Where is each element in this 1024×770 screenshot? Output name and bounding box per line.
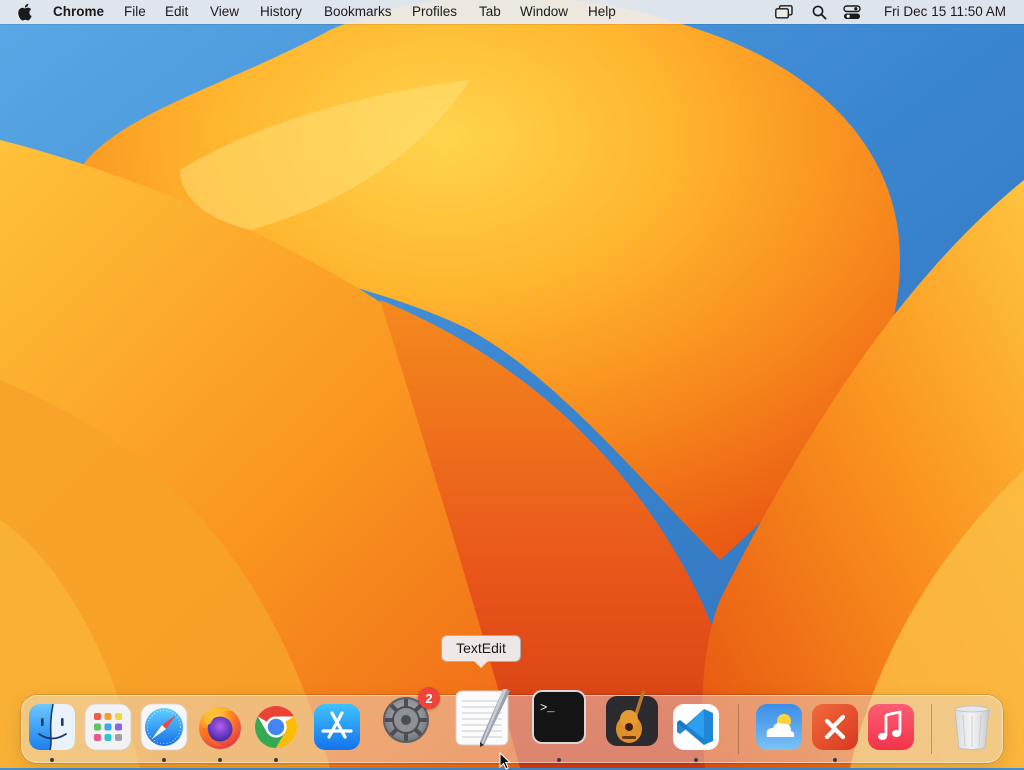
launchpad-icon[interactable] [82, 701, 134, 753]
menu-file[interactable]: File [124, 4, 146, 20]
weather-icon[interactable] [753, 701, 805, 753]
menu-help[interactable]: Help [588, 4, 616, 20]
menu-bar-clock[interactable]: Fri Dec 15 11:50 AM [884, 4, 1006, 20]
apple-menu-icon[interactable] [18, 3, 34, 21]
dock-separator [738, 704, 739, 754]
dock-separator [931, 704, 932, 754]
svg-text:>_: >_ [540, 701, 555, 715]
control-center-icon[interactable] [841, 3, 863, 21]
terminal-icon[interactable]: >_ [531, 689, 587, 745]
music-icon[interactable] [865, 701, 917, 753]
running-indicator-chrome [274, 758, 278, 762]
notification-badge: 2 [418, 687, 440, 709]
firefox-icon[interactable] [194, 701, 246, 753]
menu-bookmarks[interactable]: Bookmarks [324, 4, 392, 20]
trash-icon[interactable] [946, 701, 998, 753]
menu-tab[interactable]: Tab [479, 4, 501, 20]
garageband-icon[interactable] [605, 690, 659, 748]
dock-tooltip: TextEdit [441, 635, 521, 662]
finder-icon[interactable] [26, 701, 78, 753]
running-indicator-vscode [694, 758, 698, 762]
spotlight-search-icon[interactable] [809, 3, 829, 21]
mouse-cursor-icon [499, 752, 511, 770]
chrome-icon[interactable] [250, 701, 302, 753]
menu-history[interactable]: History [260, 4, 302, 20]
running-indicator-firefox [218, 758, 222, 762]
running-indicator-finder [50, 758, 54, 762]
running-indicator-safari [162, 758, 166, 762]
menu-window[interactable]: Window [520, 4, 568, 20]
dock-tooltip-arrow [474, 661, 488, 668]
running-indicator-terminal [557, 758, 561, 762]
menu-profiles[interactable]: Profiles [412, 4, 457, 20]
safari-icon[interactable] [138, 701, 190, 753]
menu-view[interactable]: View [210, 4, 239, 20]
running-indicator-remote-desktop [833, 758, 837, 762]
menu-bar: Chrome File Edit View History Bookmarks … [0, 0, 1024, 24]
app-store-icon[interactable] [311, 701, 363, 753]
menu-app-name[interactable]: Chrome [53, 4, 104, 20]
vscode-icon[interactable] [670, 701, 722, 753]
menu-edit[interactable]: Edit [165, 4, 188, 20]
textedit-icon[interactable] [454, 689, 512, 749]
screen-mirroring-icon[interactable] [773, 3, 795, 21]
remote-desktop-icon[interactable] [809, 701, 861, 753]
